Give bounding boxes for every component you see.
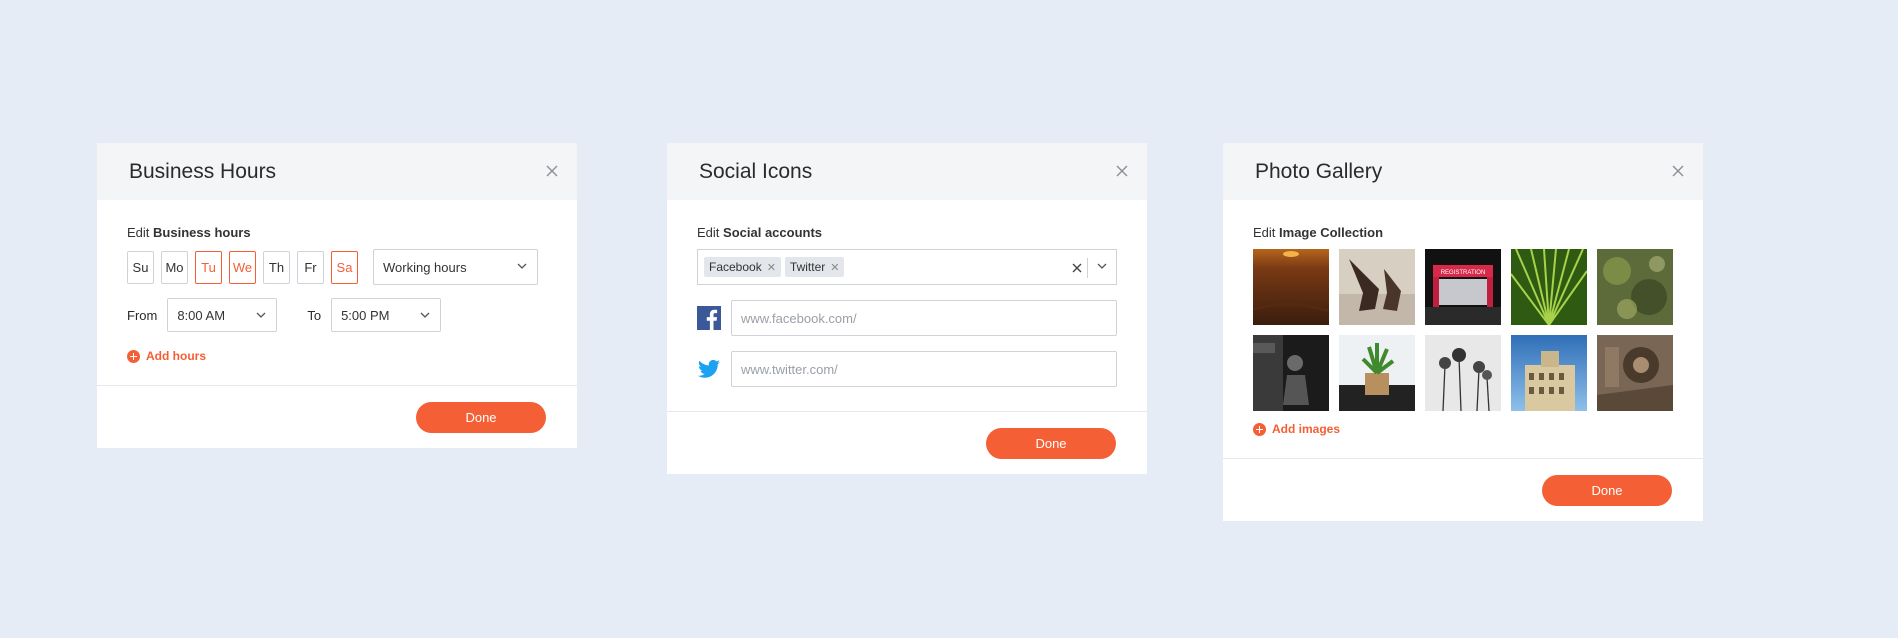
clear-icon[interactable] [1068, 259, 1086, 277]
panel-header: Business Hours [97, 143, 577, 200]
chevron-down-icon [517, 263, 527, 269]
accounts-multiselect[interactable]: Facebook ✕ Twitter ✕ [697, 249, 1117, 285]
panel-title: Business Hours [129, 159, 277, 183]
plus-circle-icon [127, 349, 140, 363]
edit-label: Edit Business hours [127, 225, 251, 240]
panel-footer: Done [1223, 458, 1703, 521]
chevron-down-icon[interactable] [1097, 263, 1107, 270]
gallery-image-moss-texture[interactable] [1597, 249, 1673, 325]
to-label: To [307, 307, 322, 323]
from-time-value: 8:00 AM [177, 307, 226, 323]
chevron-down-icon [256, 312, 266, 318]
add-images-link[interactable]: Add images [1253, 422, 1673, 436]
remove-tag-icon[interactable]: ✕ [830, 261, 839, 274]
day-toggle-tu[interactable]: Tu [195, 250, 222, 284]
panel-footer: Done [667, 411, 1147, 474]
add-images-label: Add images [1272, 422, 1341, 436]
gallery-image-dark-figure[interactable] [1253, 335, 1329, 411]
from-time-select[interactable]: 8:00 AM [167, 298, 278, 332]
done-button[interactable]: Done [1542, 474, 1672, 506]
edit-label: Edit Social accounts [697, 225, 823, 240]
panel-title: Photo Gallery [1255, 159, 1383, 183]
social-icons-panel: Social Icons Edit Social accounts Facebo… [667, 143, 1147, 474]
done-button[interactable]: Done [986, 427, 1116, 459]
twitter-row [697, 351, 1117, 387]
tag-twitter: Twitter ✕ [784, 257, 845, 277]
business-hours-panel: Business Hours Edit Business hours Su Mo… [97, 143, 577, 448]
gallery-image-sunset-beach[interactable] [1253, 249, 1329, 325]
from-label: From [127, 307, 158, 323]
twitter-url-input[interactable] [731, 351, 1117, 387]
day-toggle-sa[interactable]: Sa [331, 250, 358, 284]
gallery-image-boots-legs[interactable] [1339, 249, 1415, 325]
facebook-url-input[interactable] [731, 300, 1117, 336]
day-toggle-th[interactable]: Th [263, 250, 290, 284]
day-toggle-su[interactable]: Su [127, 250, 154, 284]
panel-header: Photo Gallery [1223, 143, 1703, 200]
gallery-image-city-building[interactable] [1511, 335, 1587, 411]
tag-facebook: Facebook ✕ [704, 257, 781, 277]
divider [1087, 258, 1088, 278]
twitter-icon [698, 359, 720, 378]
add-hours-link[interactable]: Add hours [127, 349, 547, 363]
facebook-icon [697, 306, 721, 330]
hours-mode-select[interactable]: Working hours [373, 249, 538, 285]
to-time-value: 5:00 PM [341, 307, 390, 323]
photo-gallery-panel: Photo Gallery Edit Image Collection REGI… [1223, 143, 1703, 521]
close-icon[interactable] [543, 162, 561, 180]
gallery-image-potted-plant[interactable] [1339, 335, 1415, 411]
day-selector: Su Mo Tu We Th Fr Sa Working hours [127, 249, 547, 285]
day-toggle-mo[interactable]: Mo [161, 250, 188, 284]
time-range-row: From 8:00 AM To 5:00 PM [127, 298, 547, 332]
gallery-image-flowers-bw[interactable] [1425, 335, 1501, 411]
add-hours-label: Add hours [146, 349, 206, 363]
to-time-select[interactable]: 5:00 PM [331, 298, 442, 332]
day-toggle-we[interactable]: We [229, 250, 256, 284]
close-icon[interactable] [1669, 162, 1687, 180]
panel-footer: Done [97, 385, 577, 448]
done-button[interactable]: Done [416, 401, 546, 433]
chevron-down-icon [420, 312, 430, 318]
hours-mode-value: Working hours [383, 259, 467, 275]
plus-circle-icon [1253, 422, 1266, 436]
gallery-image-old-machine[interactable] [1597, 335, 1673, 411]
gallery-image-palm-leaf[interactable] [1511, 249, 1587, 325]
panel-title: Social Icons [699, 159, 813, 183]
panel-header: Social Icons [667, 143, 1147, 200]
edit-label: Edit Image Collection [1253, 225, 1384, 240]
facebook-row [697, 300, 1117, 336]
day-toggle-fr[interactable]: Fr [297, 250, 324, 284]
gallery-image-registration-entrance[interactable]: REGISTRATION [1425, 249, 1501, 325]
image-grid: REGISTRATION [1253, 249, 1673, 411]
remove-tag-icon[interactable]: ✕ [767, 261, 776, 274]
close-icon[interactable] [1113, 162, 1131, 180]
registration-sign-text: REGISTRATION [1441, 270, 1486, 276]
